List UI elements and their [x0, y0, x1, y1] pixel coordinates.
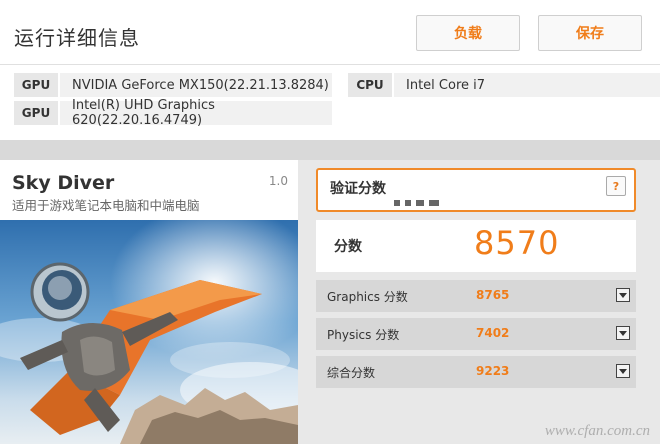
physics-score-row[interactable]: Physics 分数 7402 [316, 318, 636, 350]
test-card: Sky Diver 1.0 适用于游戏笔记本电脑和中端电脑 [0, 160, 298, 444]
score-row-label: Physics 分数 [327, 328, 400, 342]
cpu-info-row: CPU Intel Core i7 [348, 73, 660, 97]
total-score-box: 分数 8570 [316, 220, 636, 272]
gpu-key: GPU [14, 101, 58, 125]
loading-indicator [394, 200, 439, 206]
test-description: 适用于游戏笔记本电脑和中端电脑 [12, 198, 200, 213]
sky-diver-image [0, 220, 298, 444]
total-score-label: 分数 [334, 239, 362, 255]
total-score-value: 8570 [474, 224, 560, 262]
chevron-down-icon[interactable] [616, 288, 630, 302]
test-name: Sky Diver [12, 172, 115, 194]
section-gap [0, 140, 660, 160]
gpu-value: Intel(R) UHD Graphics 620(22.20.16.4749) [60, 98, 332, 128]
watermark: www.cfan.com.cn [544, 423, 650, 439]
validation-score-label: 验证分数 [330, 181, 386, 197]
score-row-label: 综合分数 [327, 366, 376, 380]
chevron-down-icon[interactable] [616, 326, 630, 340]
chevron-down-icon[interactable] [616, 364, 630, 378]
validation-score-box: 验证分数 ? [316, 168, 636, 212]
gpu-value: NVIDIA GeForce MX150(22.21.13.8284) [60, 73, 332, 97]
page-title: 运行详细信息 [14, 26, 140, 50]
graphics-score-row[interactable]: Graphics 分数 8765 [316, 280, 636, 312]
cpu-value: Intel Core i7 [394, 73, 660, 97]
cpu-key: CPU [348, 73, 392, 97]
gpu-key: GPU [14, 73, 58, 97]
score-row-value: 7402 [476, 326, 510, 340]
score-row-value: 8765 [476, 288, 510, 302]
score-row-label: Graphics 分数 [327, 290, 408, 304]
divider [0, 64, 660, 65]
scores-panel: 验证分数 ? 分数 8570 Graphics 分数 8765 Physics … [298, 160, 660, 444]
gpu-info-row: GPU Intel(R) UHD Graphics 620(22.20.16.4… [14, 98, 332, 128]
question-mark-icon[interactable]: ? [606, 176, 626, 196]
test-version: 1.0 [268, 174, 288, 188]
load-button[interactable]: 负载 [416, 15, 520, 51]
save-button[interactable]: 保存 [538, 15, 642, 51]
score-row-value: 9223 [476, 364, 510, 378]
run-details-panel: 运行详细信息 负载 保存 GPU NVIDIA GeForce MX150(22… [0, 0, 660, 140]
combined-score-row[interactable]: 综合分数 9223 [316, 356, 636, 388]
gpu-info-row: GPU NVIDIA GeForce MX150(22.21.13.8284) [14, 73, 332, 97]
